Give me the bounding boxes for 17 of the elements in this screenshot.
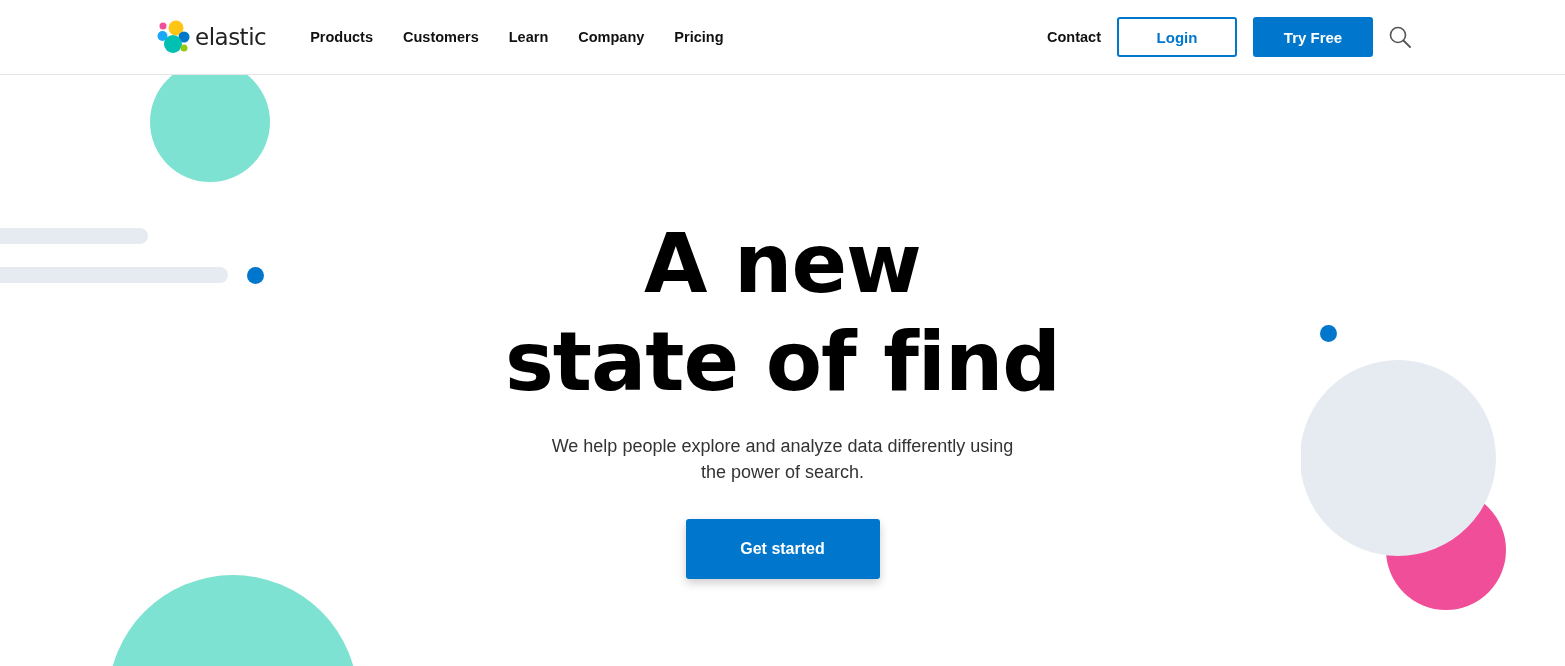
login-button[interactable]: Login <box>1117 17 1237 57</box>
decorative-dot <box>247 267 264 284</box>
logo-link[interactable]: elastic <box>157 20 267 54</box>
contact-link[interactable]: Contact <box>1047 29 1101 45</box>
headline: state of find <box>503 313 1062 411</box>
search-icon[interactable] <box>1389 26 1411 48</box>
get-started-button[interactable]: Get started <box>685 519 880 579</box>
decorative-dot <box>1320 325 1337 342</box>
try-free-button[interactable]: Try Free <box>1253 17 1373 57</box>
headline: A new <box>643 215 922 313</box>
hero-subtitle: We help people explore and analyze data differently using the power of search. <box>550 435 1015 484</box>
nav-link[interactable]: Customers <box>403 29 479 45</box>
nav-link[interactable]: Pricing <box>674 29 724 45</box>
logo-icon <box>157 20 191 54</box>
nav-link[interactable]: Company <box>578 29 645 45</box>
nav-link[interactable]: Learn <box>508 29 549 45</box>
nav-link[interactable]: Products <box>310 29 373 45</box>
